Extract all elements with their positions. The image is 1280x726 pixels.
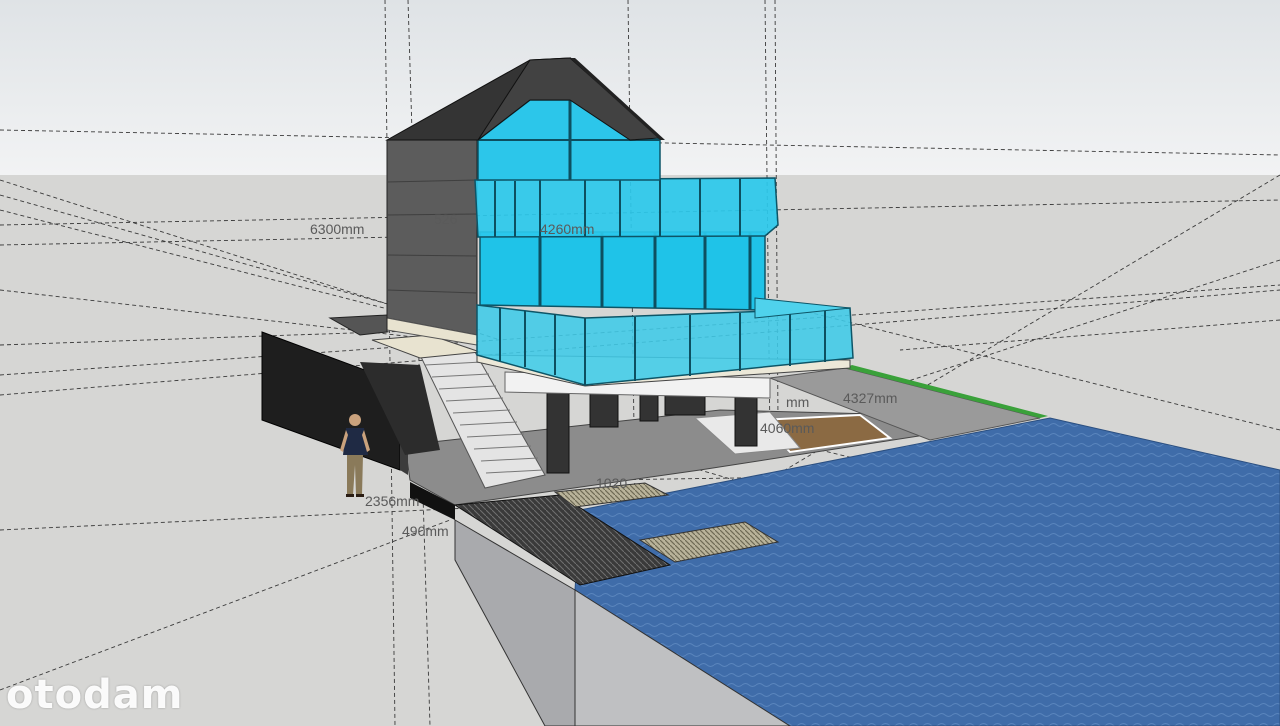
dimension-1020: 1020 [596,475,627,491]
dimension-4327mm: 4327mm [843,390,897,406]
house-side-wall [386,135,478,336]
dimension-490mm: 490mm [402,523,449,539]
dimension-6300mm: 6300mm [310,221,364,237]
upper-balcony-glass [474,177,779,238]
sketch-viewport[interactable]: 6300mm 526 4260mm 4327mm 2356mm 490mm 10… [0,0,1280,726]
dimension-4060mm: 4060mm [760,420,814,436]
dimension-mm: mm [786,394,809,410]
dimension-526: 526 [434,211,458,227]
house-3d-model-render: 6300mm 526 4260mm 4327mm 2356mm 490mm 10… [0,0,1280,726]
dimension-2356mm: 2356mm [365,493,419,509]
dimension-4260mm: 4260mm [540,221,594,237]
glass-second-floor [479,231,766,311]
